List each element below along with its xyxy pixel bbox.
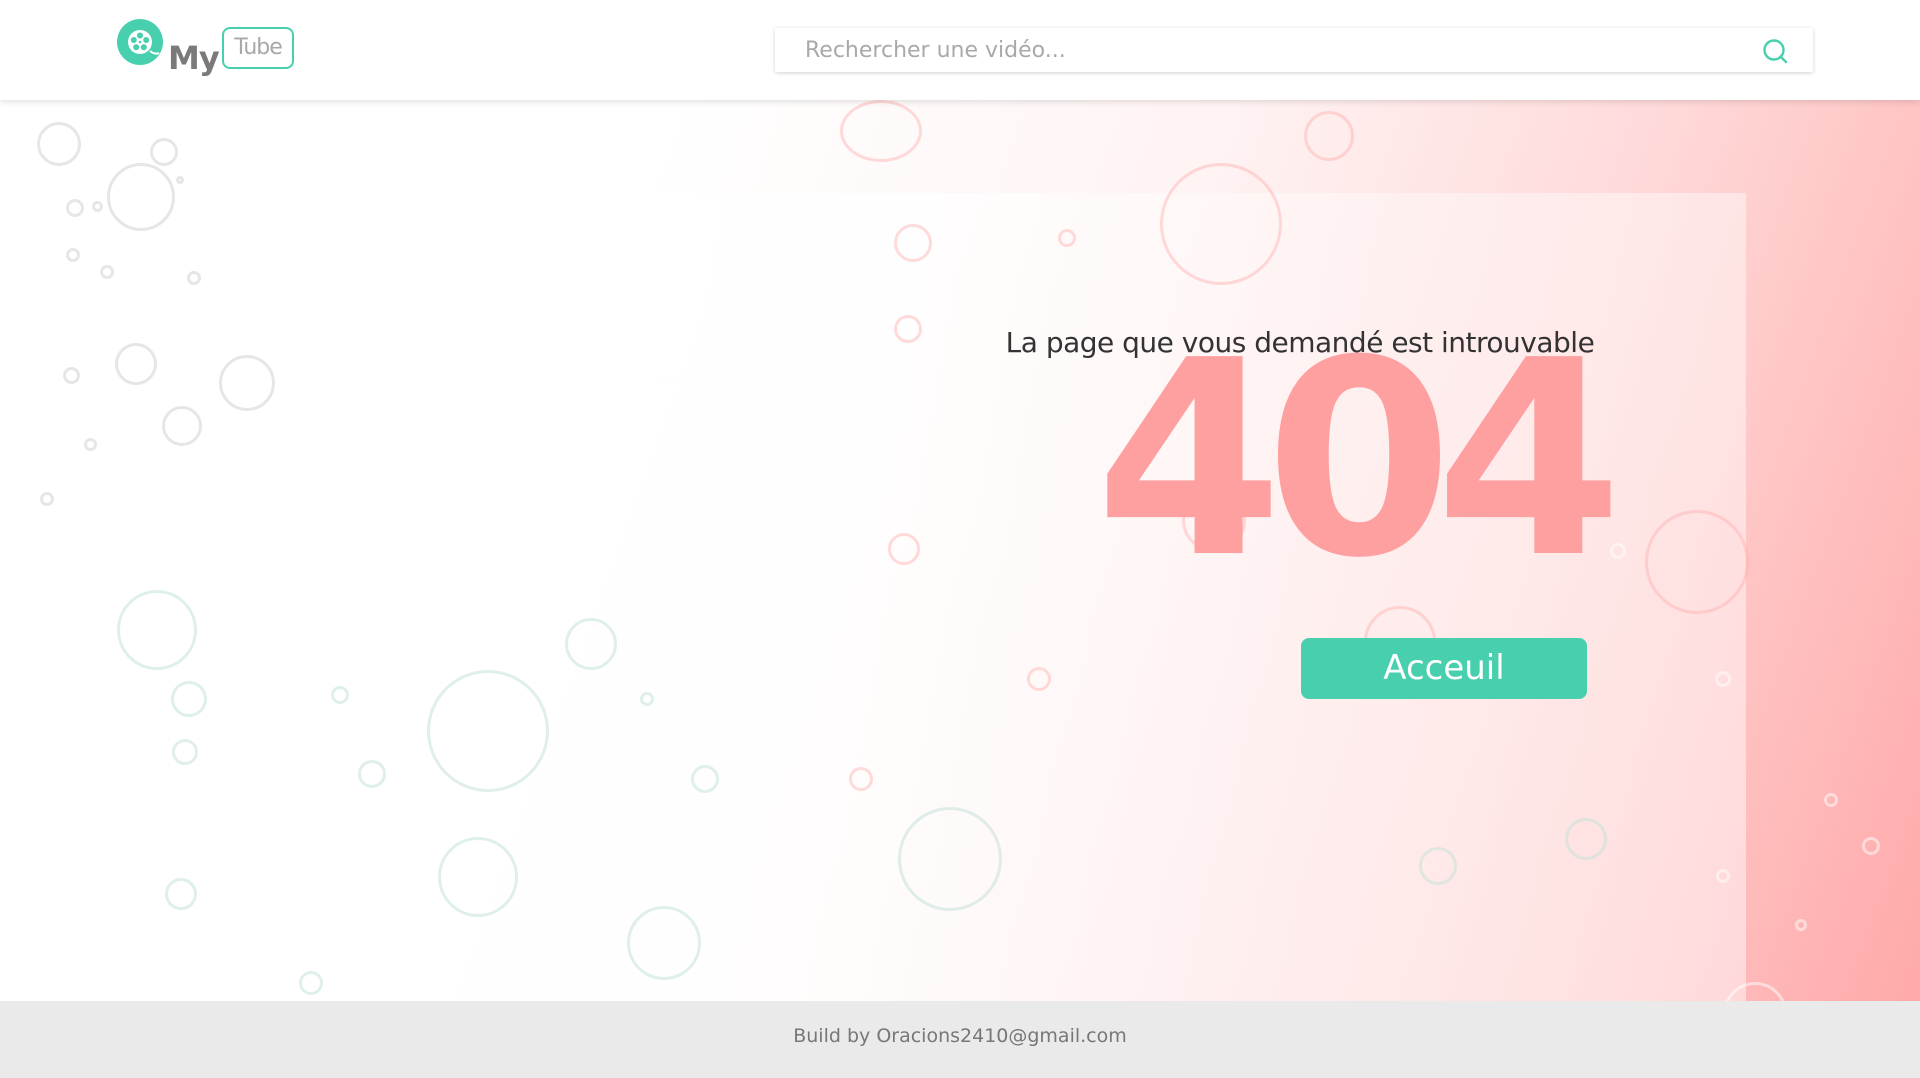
decorative-bubble: [1862, 837, 1880, 855]
footer-credit: Build by Oracions2410@gmail.com: [793, 1025, 1127, 1047]
search-icon[interactable]: [1762, 38, 1788, 64]
decorative-bubble: [162, 406, 202, 446]
decorative-bubble: [1419, 847, 1457, 885]
decorative-bubble: [171, 681, 207, 717]
decorative-bubble: [172, 739, 198, 765]
decorative-bubble: [1027, 667, 1051, 691]
decorative-bubble: [176, 176, 184, 184]
decorative-bubble: [1715, 671, 1731, 687]
decorative-bubble: [115, 343, 157, 385]
decorative-bubble: [1795, 919, 1807, 931]
film-reel-icon: [117, 19, 163, 65]
decorative-bubble: [63, 367, 80, 384]
decorative-bubble: [888, 533, 920, 565]
logo[interactable]: My Tube: [117, 19, 297, 83]
decorative-bubble: [894, 224, 932, 262]
decorative-bubble: [165, 878, 197, 910]
decorative-bubble: [150, 138, 178, 166]
decorative-bubble: [640, 692, 654, 706]
decorative-bubble: [1058, 229, 1076, 247]
decorative-bubble: [627, 906, 701, 980]
decorative-bubble: [898, 807, 1002, 911]
decorative-bubble: [427, 670, 549, 792]
decorative-bubble: [66, 199, 84, 217]
decorative-bubble: [187, 271, 201, 285]
decorative-bubble: [331, 686, 349, 704]
decorative-bubble: [1304, 111, 1354, 161]
decorative-bubble: [37, 122, 81, 166]
decorative-bubble: [107, 163, 175, 231]
decorative-bubble: [92, 201, 103, 212]
decorative-bubble: [1645, 510, 1749, 614]
decorative-bubble: [1565, 818, 1607, 860]
decorative-bubble: [1716, 869, 1730, 883]
decorative-bubble: [840, 100, 922, 162]
decorative-bubble: [66, 248, 80, 262]
error-code: 404: [1095, 302, 1623, 617]
decorative-bubble: [565, 618, 617, 670]
decorative-bubble: [40, 492, 54, 506]
decorative-bubble: [438, 837, 518, 917]
logo-text-tube: Tube: [222, 27, 294, 69]
search-bar: [775, 28, 1813, 72]
decorative-bubble: [117, 590, 197, 670]
decorative-bubble: [84, 438, 97, 451]
search-input[interactable]: [775, 28, 1755, 72]
logo-text-my: My: [168, 39, 220, 77]
decorative-bubble: [358, 760, 386, 788]
decorative-bubble: [219, 355, 275, 411]
decorative-bubble: [849, 767, 873, 791]
decorative-bubble: [691, 765, 719, 793]
footer: Build by Oracions2410@gmail.com: [0, 1001, 1920, 1078]
home-button[interactable]: Acceuil: [1301, 638, 1587, 699]
header: My Tube: [0, 0, 1920, 100]
error-page: La page que vous demandé est introuvable…: [0, 100, 1920, 1001]
decorative-bubble: [1160, 163, 1282, 285]
decorative-bubble: [1824, 793, 1838, 807]
decorative-bubble: [299, 971, 323, 995]
decorative-bubble: [100, 265, 114, 279]
